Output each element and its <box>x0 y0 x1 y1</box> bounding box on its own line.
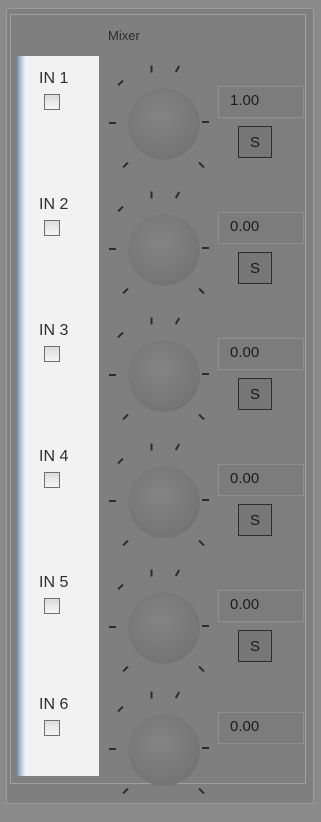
channel-checkbox[interactable] <box>44 472 60 488</box>
channel-checkbox[interactable] <box>44 346 60 362</box>
value-text: 0.00 <box>230 218 260 235</box>
solo-button[interactable]: S <box>238 504 272 536</box>
value-text: 0.00 <box>230 344 260 361</box>
value-text: 0.00 <box>230 718 260 735</box>
channel-5: IN 5 0.00 S <box>0 569 321 700</box>
gain-knob[interactable] <box>109 569 209 673</box>
gain-knob[interactable] <box>109 443 209 547</box>
channel-checkbox[interactable] <box>44 720 60 736</box>
gain-knob[interactable] <box>109 191 209 295</box>
solo-button[interactable]: S <box>238 378 272 410</box>
channel-label: IN 4 <box>39 448 69 465</box>
channel-checkbox[interactable] <box>44 94 60 110</box>
gain-knob[interactable] <box>109 65 209 169</box>
channel-4: IN 4 0.00 S <box>0 443 321 574</box>
channel-checkbox[interactable] <box>44 220 60 236</box>
channel-2: IN 2 0.00 S <box>0 191 321 322</box>
value-text: 0.00 <box>230 470 260 487</box>
solo-button[interactable]: S <box>238 630 272 662</box>
solo-button[interactable]: S <box>238 252 272 284</box>
channel-checkbox[interactable] <box>44 598 60 614</box>
channel-1: IN 1 1.00 S <box>0 65 321 196</box>
channel-label: IN 3 <box>39 322 69 339</box>
solo-button[interactable]: S <box>238 126 272 158</box>
channel-label: IN 5 <box>39 574 69 591</box>
gain-knob[interactable] <box>109 317 209 421</box>
value-text: 1.00 <box>230 92 260 109</box>
channel-label: IN 1 <box>39 70 69 87</box>
channel-label: IN 6 <box>39 696 69 713</box>
mixer-title: Mixer <box>108 28 140 43</box>
value-text: 0.00 <box>230 596 260 613</box>
channel-label: IN 2 <box>39 196 69 213</box>
channel-6: IN 6 0.00 <box>0 691 321 822</box>
gain-knob[interactable] <box>109 691 209 795</box>
channel-3: IN 3 0.00 S <box>0 317 321 448</box>
